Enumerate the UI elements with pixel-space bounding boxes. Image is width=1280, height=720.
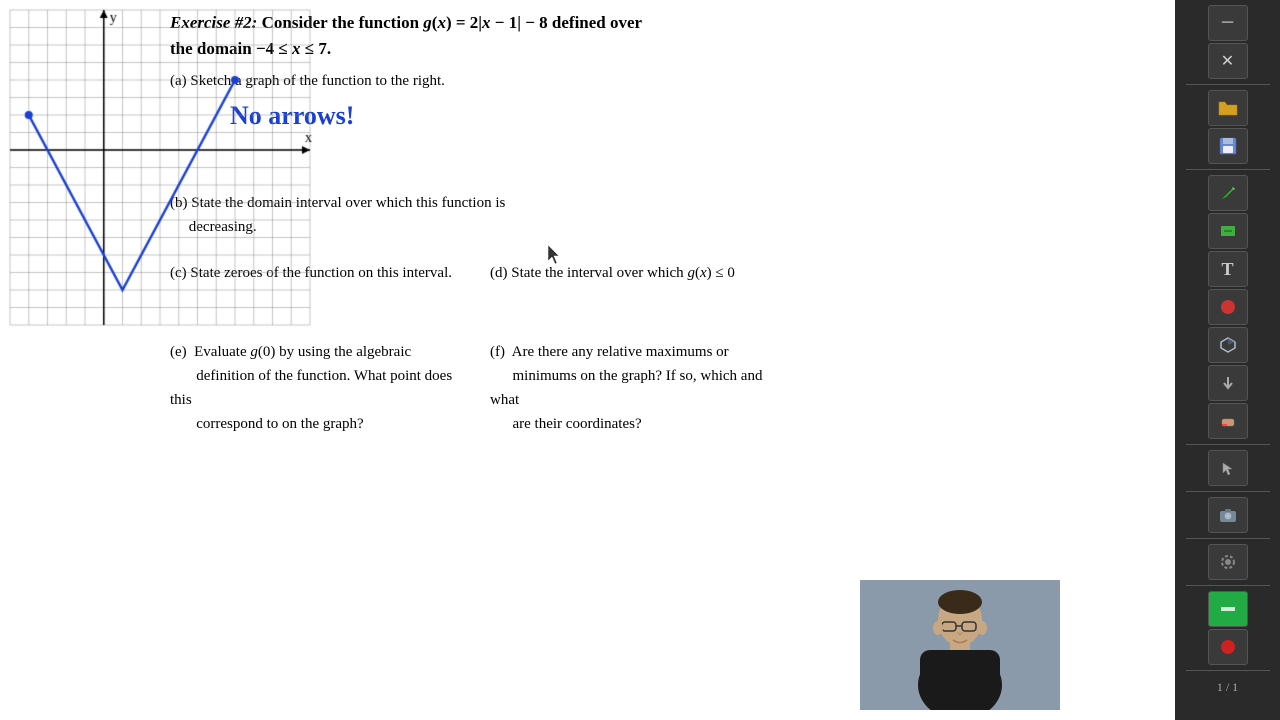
- folder-button[interactable]: [1208, 90, 1248, 126]
- part-d-label: (d) State the interval over which g(x) ≤…: [490, 261, 795, 285]
- eraser-button[interactable]: [1208, 403, 1248, 439]
- toolbar: ─ ✕ T: [1175, 0, 1280, 720]
- page-number-label: 1 / 1: [1213, 676, 1242, 699]
- instructor-video: [860, 580, 1060, 710]
- red-circle-button[interactable]: [1208, 629, 1248, 665]
- graph-canvas: [0, 0, 330, 345]
- 3d-shape-button[interactable]: [1208, 327, 1248, 363]
- part-e-label: (e) Evaluate g(0) by using the algebraic…: [170, 340, 475, 436]
- text-tool-button[interactable]: T: [1208, 251, 1248, 287]
- save-button[interactable]: [1208, 128, 1248, 164]
- select-tool-button[interactable]: [1208, 450, 1248, 486]
- part-f-label: (f) Are there any relative maximums or m…: [490, 340, 795, 436]
- pen-tool-button[interactable]: [1208, 175, 1248, 211]
- part-e: (e) Evaluate g(0) by using the algebraic…: [170, 340, 475, 436]
- highlight-button[interactable]: [1208, 213, 1248, 249]
- settings-button[interactable]: [1208, 544, 1248, 580]
- graph-panel: [815, 69, 1155, 436]
- close-button[interactable]: ✕: [1208, 43, 1248, 79]
- green-tool-button[interactable]: [1208, 591, 1248, 627]
- video-thumbnail: [860, 580, 1060, 710]
- part-f: (f) Are there any relative maximums or m…: [490, 340, 795, 436]
- camera-button[interactable]: [1208, 497, 1248, 533]
- minimize-button[interactable]: ─: [1208, 5, 1248, 41]
- arrow-down-button[interactable]: [1208, 365, 1248, 401]
- shapes-button[interactable]: [1208, 289, 1248, 325]
- main-content: Exercise #2: Consider the function g(x) …: [0, 0, 1175, 720]
- part-d: (d) State the interval over which g(x) ≤…: [490, 261, 795, 285]
